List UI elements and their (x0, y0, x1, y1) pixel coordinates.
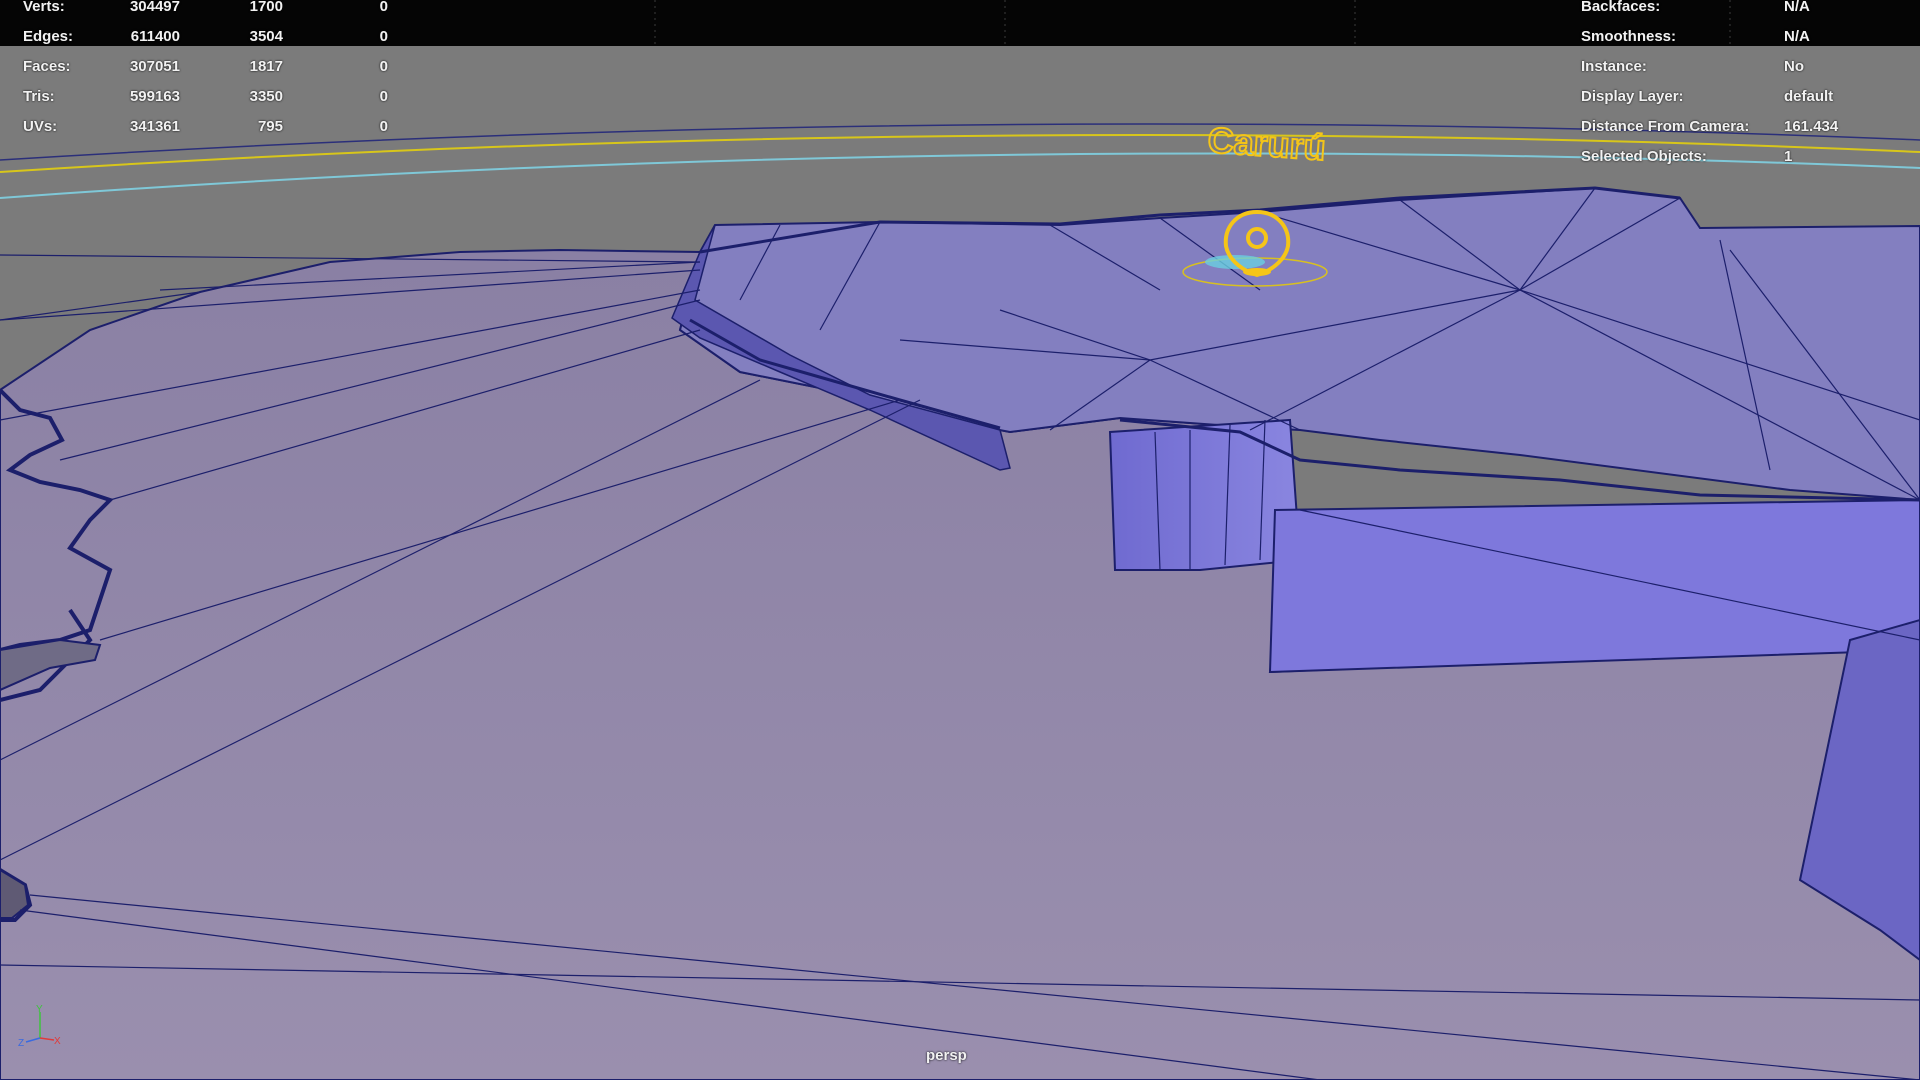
hud-stat-value-scene: 341361 (129, 118, 180, 135)
hud-detail-label: Instance: (1581, 58, 1647, 75)
hud-stat-value-selected: 0 (379, 118, 388, 135)
hud-stat-value-scene: 307051 (129, 58, 180, 75)
hud-detail-label: Selected Objects: (1581, 148, 1707, 165)
hud-stat-label: Tris: (23, 88, 55, 105)
hud-stat-label: Verts: (23, 0, 65, 15)
hud-stat-value-object: 1817 (249, 58, 283, 75)
hud-stat-value-scene: 599163 (129, 88, 180, 105)
axis-x-label: X (54, 1036, 61, 1047)
hud-stat-value-object: 3350 (249, 88, 283, 105)
hud-detail-row: Distance From Camera: 161.434 (1580, 118, 1910, 138)
axis-z-line (25, 1037, 41, 1043)
hud-detail-row: Display Layer: default (1580, 88, 1910, 108)
hud-stat-row: UVs: 341361 795 0 (0, 118, 400, 138)
hud-detail-label: Backfaces: (1581, 0, 1661, 15)
hud-stat-value-object: 1700 (249, 0, 283, 15)
hud-stat-value-scene: 304497 (129, 0, 180, 15)
hud-detail-row: Selected Objects: 1 (1580, 148, 1910, 168)
map-label-carurú[interactable]: Carurú (1205, 118, 1328, 169)
hud-detail-value: N/A (1784, 0, 1810, 15)
hud-stat-row: Faces: 307051 1817 0 (0, 58, 400, 78)
hud-stat-value-selected: 0 (379, 0, 388, 15)
hud-stat-value-selected: 0 (379, 28, 388, 45)
hud-stat-label: Edges: (23, 28, 74, 45)
hud-stat-label: UVs: (23, 118, 58, 135)
hud-stat-label: Faces: (23, 58, 71, 75)
hud-detail-label: Distance From Camera: (1581, 118, 1750, 135)
hud-detail-row: Instance: No (1580, 58, 1910, 78)
3d-viewport[interactable]: Carurú Verts: 304497 1700 0 Edges: 611400 3504… (0, 0, 1920, 1080)
axis-gizmo: Y X Z (18, 1004, 61, 1049)
hud-stat-row: Edges: 611400 3504 0 (0, 28, 400, 48)
axis-y-label: Y (36, 1004, 43, 1015)
axis-x-line (39, 1037, 55, 1041)
hud-detail-value: No (1784, 58, 1804, 75)
hud-detail-value: N/A (1784, 28, 1810, 45)
hud-detail-value: 1 (1784, 148, 1793, 165)
cliff-wall-center (1108, 418, 1302, 571)
hud-detail-label: Display Layer: (1581, 88, 1684, 105)
hud-detail-row: Backfaces: N/A (1580, 0, 1910, 18)
hud-stat-value-scene: 611400 (130, 28, 180, 45)
axis-z-label: Z (18, 1038, 24, 1049)
hud-detail-value: 161.434 (1784, 118, 1839, 135)
hud-detail-row: Smoothness: N/A (1580, 28, 1910, 48)
hud-stat-value-object: 3504 (249, 28, 283, 45)
hud-detail-value: default (1784, 88, 1834, 105)
hud-stat-value-selected: 0 (379, 88, 388, 105)
camera-name-label: persp (926, 1047, 967, 1064)
hud-stat-value-selected: 0 (379, 58, 388, 75)
hud-stat-row: Verts: 304497 1700 0 (0, 0, 400, 18)
hud-stat-value-object: 795 (257, 118, 283, 135)
cliff-wall-right (1268, 498, 1920, 674)
hud-stat-row: Tris: 599163 3350 0 (0, 88, 400, 108)
hud-detail-label: Smoothness: (1581, 28, 1677, 45)
